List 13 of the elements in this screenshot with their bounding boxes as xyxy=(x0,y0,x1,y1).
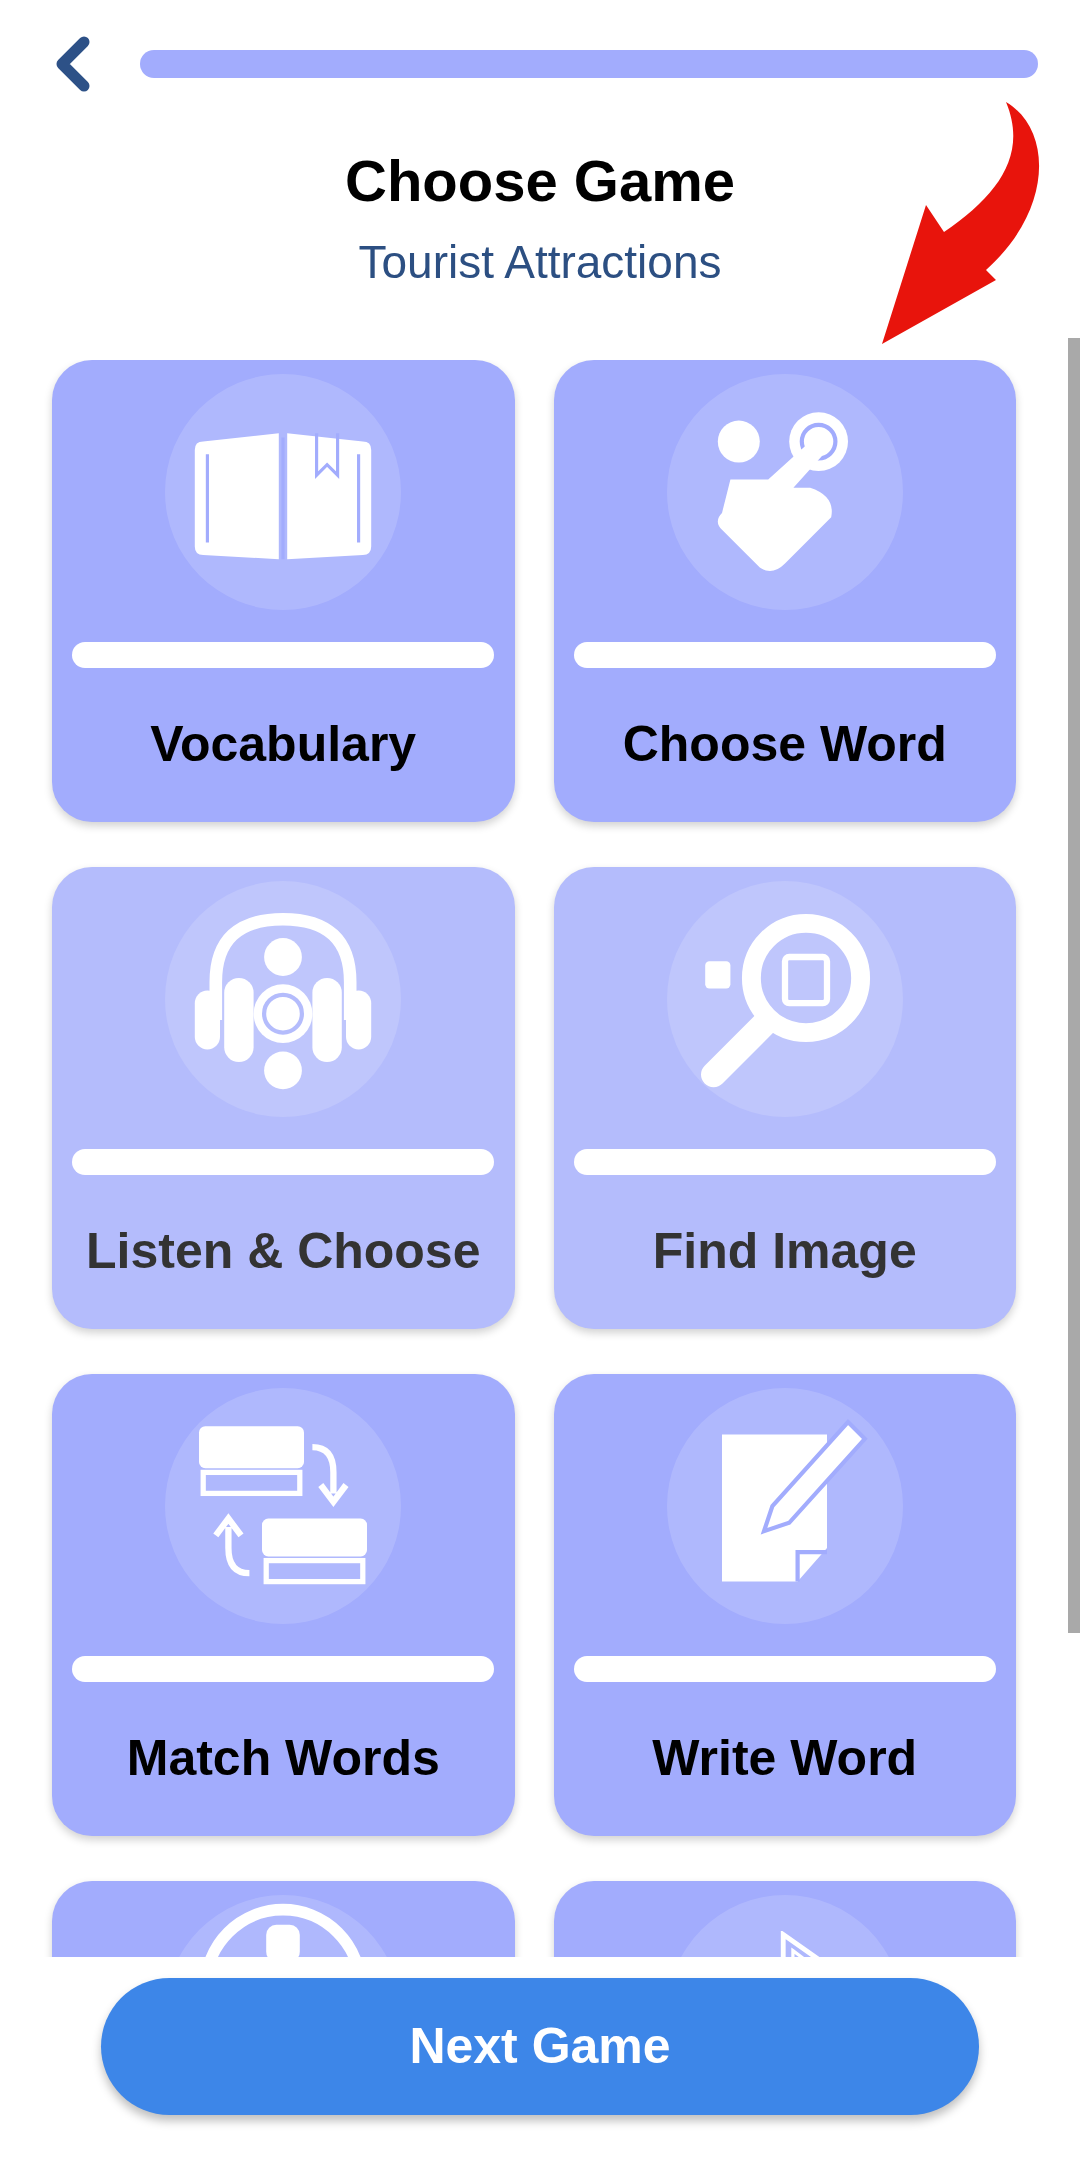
game-card[interactable]: Vocabulary xyxy=(52,360,515,822)
game-label: Vocabulary xyxy=(150,715,417,774)
game-card[interactable]: Write Word xyxy=(553,1374,1016,1836)
game-label: Write Word xyxy=(652,1729,918,1788)
page-subtitle: Tourist Attractions xyxy=(358,235,722,290)
page-title: Choose Game xyxy=(345,147,735,215)
game-card[interactable]: Choose Word xyxy=(553,360,1016,822)
game-label: Listen & Choose xyxy=(86,1222,481,1281)
game-label: Match Words xyxy=(126,1729,440,1788)
game-card[interactable]: Match Words xyxy=(52,1374,515,1836)
game-label: Choose Word xyxy=(622,715,947,774)
next-game-button[interactable]: Next Game xyxy=(101,1978,979,2115)
game-label: Find Image xyxy=(652,1222,917,1281)
